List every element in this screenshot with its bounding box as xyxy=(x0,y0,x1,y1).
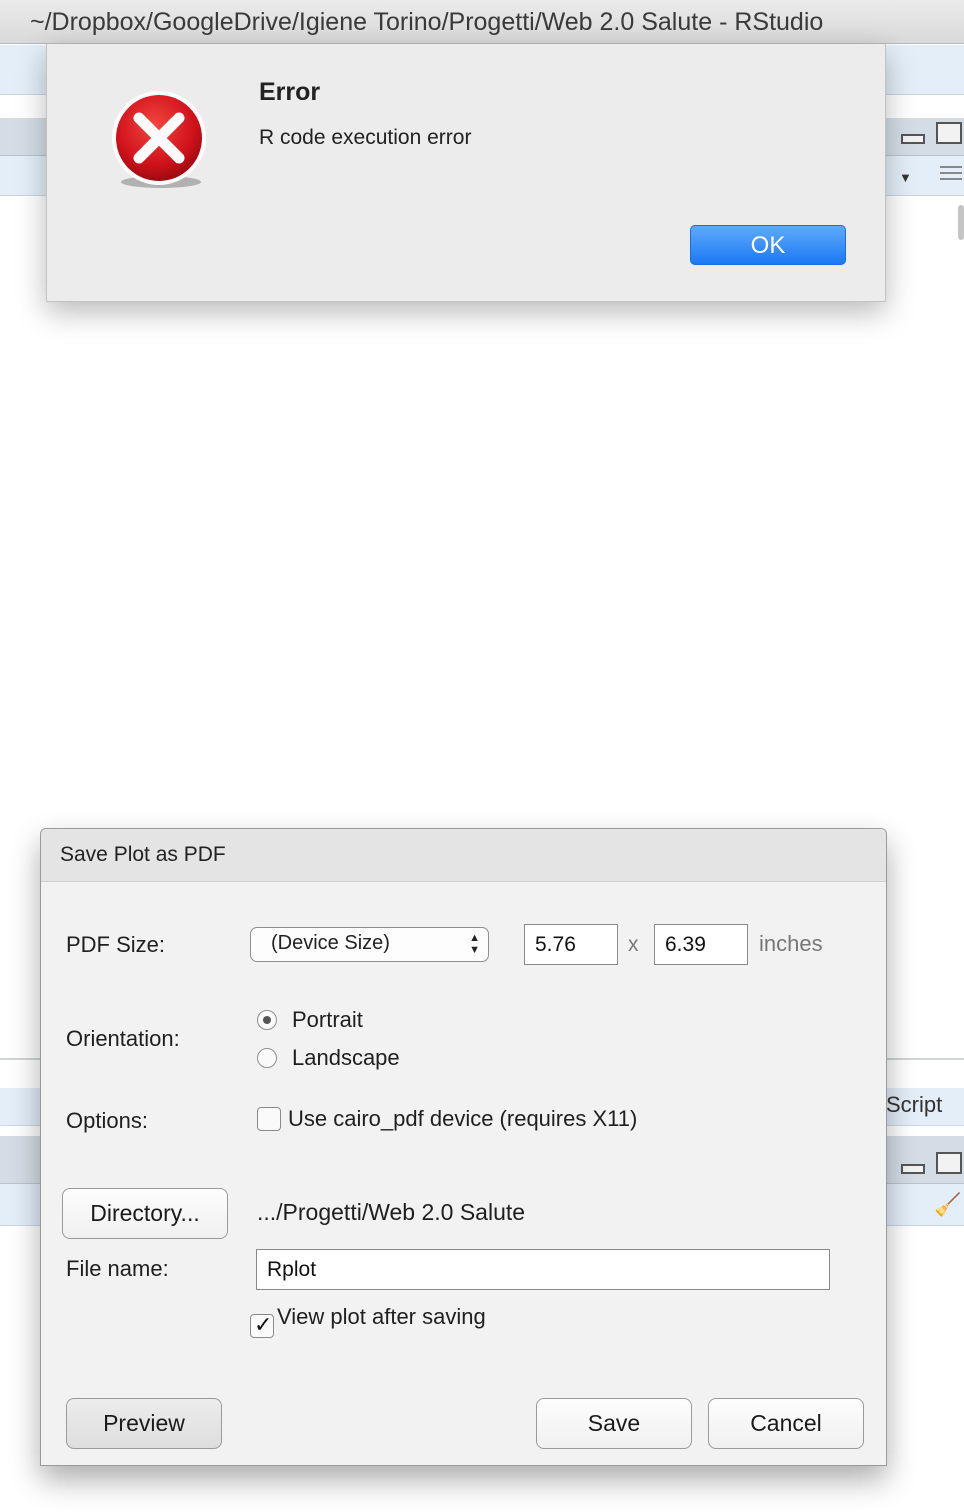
dialog-header: Save Plot as PDF xyxy=(41,829,886,882)
view-after-saving-label[interactable]: View plot after saving xyxy=(277,1304,486,1330)
dropdown-caret-icon[interactable]: ▼ xyxy=(899,170,912,185)
landscape-label[interactable]: Landscape xyxy=(292,1045,400,1071)
minimize-pane-icon[interactable] xyxy=(901,1164,925,1174)
window-title: ~/Dropbox/GoogleDrive/Igiene Torino/Prog… xyxy=(0,0,964,44)
pdf-size-select[interactable]: (Device Size) ▲ ▼ xyxy=(250,927,489,962)
orientation-label: Orientation: xyxy=(66,1026,180,1051)
cancel-button[interactable]: Cancel xyxy=(708,1398,864,1449)
preview-button[interactable]: Preview xyxy=(66,1398,222,1449)
updown-arrows-icon: ▲ ▼ xyxy=(469,932,480,956)
outline-icon[interactable] xyxy=(940,166,962,184)
file-name-input[interactable]: Rplot xyxy=(256,1249,830,1290)
portrait-label[interactable]: Portrait xyxy=(292,1007,363,1033)
pdf-size-label: PDF Size: xyxy=(66,932,166,957)
maximize-pane-icon[interactable] xyxy=(936,122,962,144)
landscape-radio[interactable] xyxy=(257,1048,277,1068)
save-button[interactable]: Save xyxy=(536,1398,692,1449)
cairo-pdf-checkbox[interactable] xyxy=(257,1107,281,1131)
clear-console-icon[interactable]: 🧹 xyxy=(934,1192,961,1218)
checkmark-icon: ✓ xyxy=(254,1312,273,1337)
portrait-radio[interactable] xyxy=(257,1010,277,1030)
error-x-icon xyxy=(112,91,206,188)
pdf-size-selected: (Device Size) xyxy=(271,932,390,954)
error-dialog: Error R code execution error OK xyxy=(46,44,886,302)
view-after-saving-checkbox[interactable]: ✓ xyxy=(250,1312,274,1338)
save-plot-dialog: Save Plot as PDF PDF Size: (Device Size)… xyxy=(40,828,887,1466)
error-message: R code execution error xyxy=(259,126,472,149)
file-name-label: File name: xyxy=(66,1256,169,1281)
times-sign: x xyxy=(628,933,639,956)
error-title: Error xyxy=(259,78,321,106)
minimize-pane-icon[interactable] xyxy=(901,134,925,144)
maximize-pane-icon[interactable] xyxy=(936,1152,962,1174)
directory-button[interactable]: Directory... xyxy=(62,1188,228,1239)
width-input[interactable]: 5.76 xyxy=(524,924,618,965)
directory-path: .../Progetti/Web 2.0 Salute xyxy=(257,1199,526,1225)
dialog-title: Save Plot as PDF xyxy=(60,843,226,866)
height-input[interactable]: 6.39 xyxy=(654,924,748,965)
cairo-pdf-label[interactable]: Use cairo_pdf device (requires X11) xyxy=(288,1106,637,1132)
units-label: inches xyxy=(759,931,823,956)
editor-scrollbar[interactable] xyxy=(958,205,964,240)
script-dropdown-label[interactable]: Script xyxy=(886,1092,942,1118)
options-label: Options: xyxy=(66,1108,148,1133)
ok-button[interactable]: OK xyxy=(690,225,846,265)
